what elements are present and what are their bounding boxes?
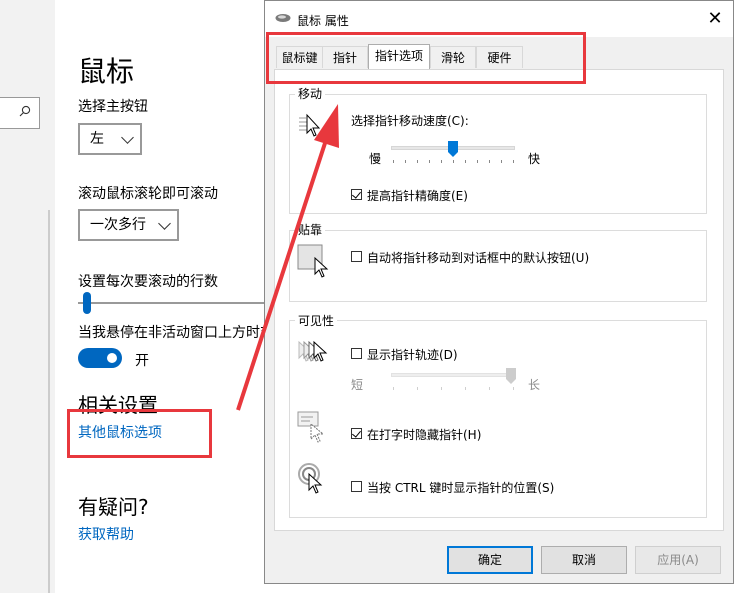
annotation-arrow (236, 104, 339, 411)
